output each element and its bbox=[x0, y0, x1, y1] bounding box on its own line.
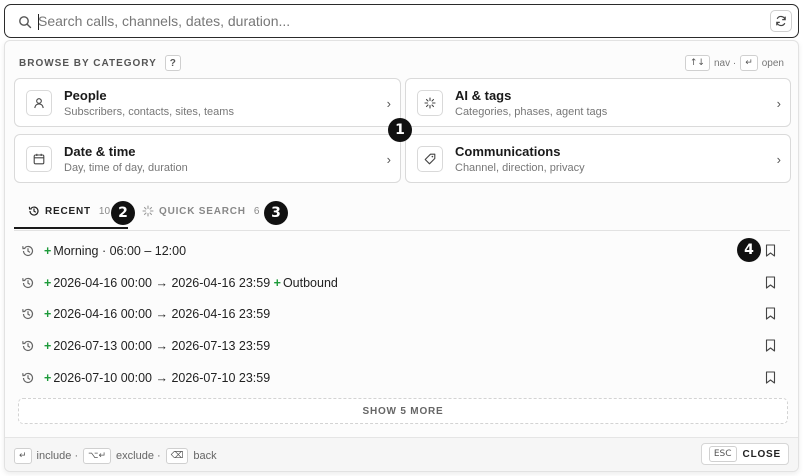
annotation-marker-2: 2 bbox=[111, 201, 135, 225]
category-title: Date & time bbox=[64, 144, 136, 159]
list-item[interactable]: +2026-04-16 00:00 → 2026-04-16 23:59 + Ou… bbox=[14, 268, 790, 298]
search-icon bbox=[19, 16, 32, 29]
tab-recent[interactable]: RECENT 10 bbox=[28, 205, 110, 217]
list-item[interactable]: +2026-07-10 00:00 → 2026-07-10 23:59 bbox=[14, 363, 790, 393]
sparkle-icon bbox=[417, 90, 443, 116]
recent-item-text: +2026-07-13 00:00 → 2026-07-13 23:59 bbox=[44, 339, 270, 353]
include-plus: + bbox=[273, 276, 281, 290]
bookmark-icon[interactable] bbox=[765, 307, 776, 320]
include-plus: + bbox=[44, 276, 52, 290]
nav-key: ↑↓ bbox=[684, 55, 710, 71]
include-plus: + bbox=[44, 371, 52, 385]
tab-quick-search[interactable]: QUICK SEARCH 6 bbox=[142, 205, 259, 217]
include-plus: + bbox=[44, 244, 52, 258]
chevron-right-icon: › bbox=[386, 96, 391, 111]
open-key: ↵ bbox=[740, 55, 758, 71]
exclude-label: exclude · bbox=[116, 450, 161, 462]
history-icon bbox=[22, 308, 34, 320]
bookmark-icon[interactable] bbox=[765, 339, 776, 352]
exclude-key: ⌥↵ bbox=[83, 448, 112, 464]
recent-item-label: 2026-04-16 00:00 → 2026-04-16 23:59 bbox=[53, 307, 271, 321]
tab-label: RECENT bbox=[45, 205, 91, 217]
bookmark-icon[interactable] bbox=[765, 371, 776, 384]
tab-count: 6 bbox=[253, 205, 260, 217]
chevron-right-icon: › bbox=[776, 152, 781, 167]
category-subtitle: Day, time of day, duration bbox=[64, 162, 188, 174]
category-title: Communications bbox=[455, 144, 561, 159]
category-title: AI & tags bbox=[455, 88, 512, 103]
person-icon bbox=[26, 90, 52, 116]
category-subtitle: Channel, direction, privacy bbox=[455, 162, 585, 174]
annotation-marker-4: 4 bbox=[737, 238, 761, 262]
recent-item-text: + Morning · 06:00 – 12:00 bbox=[44, 244, 186, 258]
tab-count: 10 bbox=[98, 205, 111, 217]
include-label: include · bbox=[36, 450, 79, 462]
include-plus: + bbox=[44, 307, 52, 321]
history-icon bbox=[22, 245, 34, 257]
tag-icon bbox=[417, 146, 443, 172]
include-key: ↵ bbox=[14, 448, 32, 464]
tab-label: QUICK SEARCH bbox=[159, 205, 246, 217]
recent-item-text: +2026-07-10 00:00 → 2026-07-10 23:59 bbox=[44, 371, 270, 385]
category-subtitle: Categories, phases, agent tags bbox=[455, 106, 608, 118]
include-plus: + bbox=[44, 339, 52, 353]
bookmark-icon[interactable] bbox=[765, 276, 776, 289]
search-dropdown-panel: BROWSE BY CATEGORY ? ↑↓ nav · ↵ open Peo… bbox=[4, 40, 799, 472]
nav-label: nav · bbox=[713, 57, 737, 69]
chevron-right-icon: › bbox=[776, 96, 781, 111]
recent-item-extra: Outbound bbox=[282, 276, 338, 290]
calendar-icon bbox=[26, 146, 52, 172]
list-item[interactable]: +2026-07-13 00:00 → 2026-07-13 23:59 bbox=[14, 331, 790, 361]
category-date-time[interactable]: Date & time Day, time of day, duration › bbox=[14, 134, 401, 183]
refresh-icon bbox=[776, 15, 786, 27]
history-icon bbox=[22, 340, 34, 352]
history-icon bbox=[28, 206, 39, 216]
category-people[interactable]: People Subscribers, contacts, sites, tea… bbox=[14, 78, 401, 127]
help-button[interactable]: ? bbox=[164, 55, 181, 71]
category-subtitle: Subscribers, contacts, sites, teams bbox=[64, 106, 234, 118]
category-ai-tags[interactable]: AI & tags Categories, phases, agent tags… bbox=[405, 78, 791, 127]
history-icon bbox=[22, 277, 34, 289]
back-key: ⌫ bbox=[165, 448, 189, 464]
sparkle-icon bbox=[142, 205, 154, 217]
esc-key: ESC bbox=[708, 446, 737, 462]
close-label: CLOSE bbox=[742, 448, 781, 460]
recent-item-label: 2026-07-10 00:00 → 2026-07-10 23:59 bbox=[53, 371, 271, 385]
search-bar bbox=[4, 4, 799, 38]
open-label: open bbox=[761, 57, 784, 69]
category-communications[interactable]: Communications Channel, direction, priva… bbox=[405, 134, 791, 183]
recent-item-label: Morning · 06:00 – 12:00 bbox=[53, 244, 187, 258]
search-input[interactable] bbox=[38, 10, 758, 32]
close-button[interactable]: ESC CLOSE bbox=[700, 443, 789, 465]
list-item[interactable]: +2026-04-16 00:00 → 2026-04-16 23:59 bbox=[14, 299, 790, 329]
annotation-marker-3: 3 bbox=[264, 201, 288, 225]
recent-item-label: 2026-04-16 00:00 → 2026-04-16 23:59 bbox=[53, 276, 271, 290]
recent-item-text: +2026-04-16 00:00 → 2026-04-16 23:59 + Ou… bbox=[44, 276, 338, 290]
recent-item-label: 2026-07-13 00:00 → 2026-07-13 23:59 bbox=[53, 339, 271, 353]
recent-item-text: +2026-04-16 00:00 → 2026-04-16 23:59 bbox=[44, 307, 270, 321]
refresh-button[interactable] bbox=[770, 10, 792, 32]
browse-title: BROWSE BY CATEGORY bbox=[19, 57, 157, 69]
bookmark-icon[interactable] bbox=[765, 244, 776, 257]
active-tab-indicator bbox=[14, 227, 128, 229]
back-label: back bbox=[193, 450, 217, 462]
chevron-right-icon: › bbox=[386, 152, 391, 167]
history-icon bbox=[22, 372, 34, 384]
footer-bar: ↵ include · ⌥↵ exclude · ⌫ back ESC CLOS… bbox=[5, 437, 798, 471]
category-title: People bbox=[64, 88, 107, 103]
show-more-button[interactable]: SHOW 5 MORE bbox=[18, 398, 788, 424]
browse-header: BROWSE BY CATEGORY ? bbox=[19, 55, 181, 71]
list-item[interactable]: + Morning · 06:00 – 12:00 bbox=[14, 236, 790, 266]
annotation-marker-1: 1 bbox=[388, 118, 412, 142]
footer-keyboard-hints: ↵ include · ⌥↵ exclude · ⌫ back bbox=[14, 448, 217, 464]
text-caret bbox=[38, 14, 39, 30]
keyboard-nav-hint: ↑↓ nav · ↵ open bbox=[684, 55, 784, 71]
